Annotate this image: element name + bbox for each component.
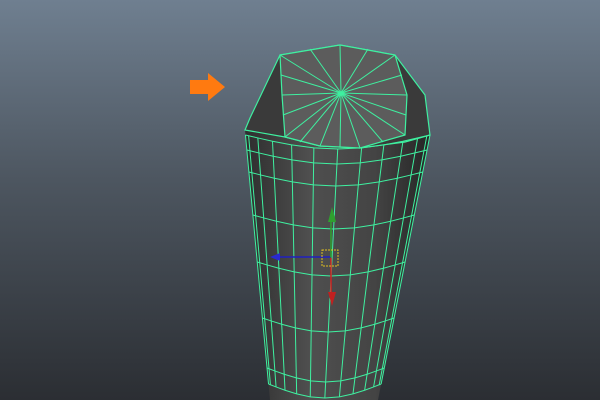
3d-viewport[interactable]: [0, 0, 600, 400]
orange-arrow-icon: [190, 73, 225, 101]
viewport-scene: [190, 44, 431, 400]
